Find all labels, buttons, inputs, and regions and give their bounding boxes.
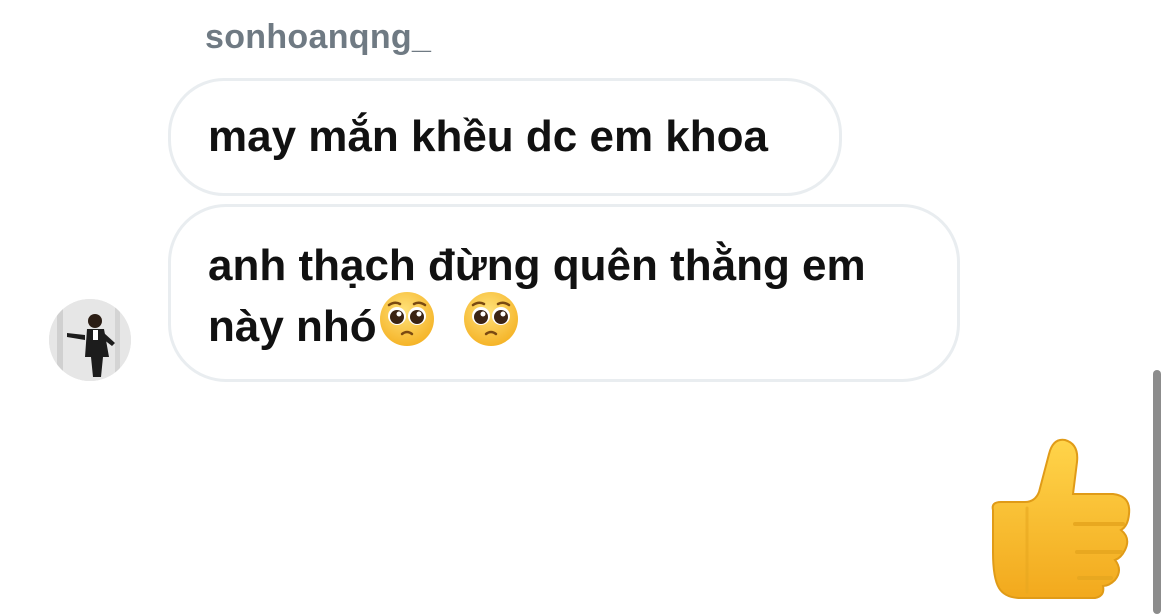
message-text-2-line-1: anh thạch đừng quên thằng em xyxy=(208,241,866,290)
scrollbar[interactable] xyxy=(1153,370,1161,614)
avatar[interactable] xyxy=(49,299,131,381)
message-bubble-2[interactable]: anh thạch đừng quên thằng em này nhó xyxy=(168,204,960,382)
pleading-face-icon xyxy=(461,289,521,364)
sender-username: sonhoanqng_ xyxy=(205,18,432,56)
message-text-2-line-2-text: này nhó xyxy=(208,302,377,352)
message-text-2-line-2: này nhó xyxy=(208,292,957,364)
message-text-1: may mắn khều dc em khoa xyxy=(208,112,768,161)
message-bubble-1[interactable]: may mắn khều dc em khoa xyxy=(168,78,842,196)
thumbs-up-icon[interactable] xyxy=(985,432,1137,600)
pleading-face-icon xyxy=(377,289,437,364)
